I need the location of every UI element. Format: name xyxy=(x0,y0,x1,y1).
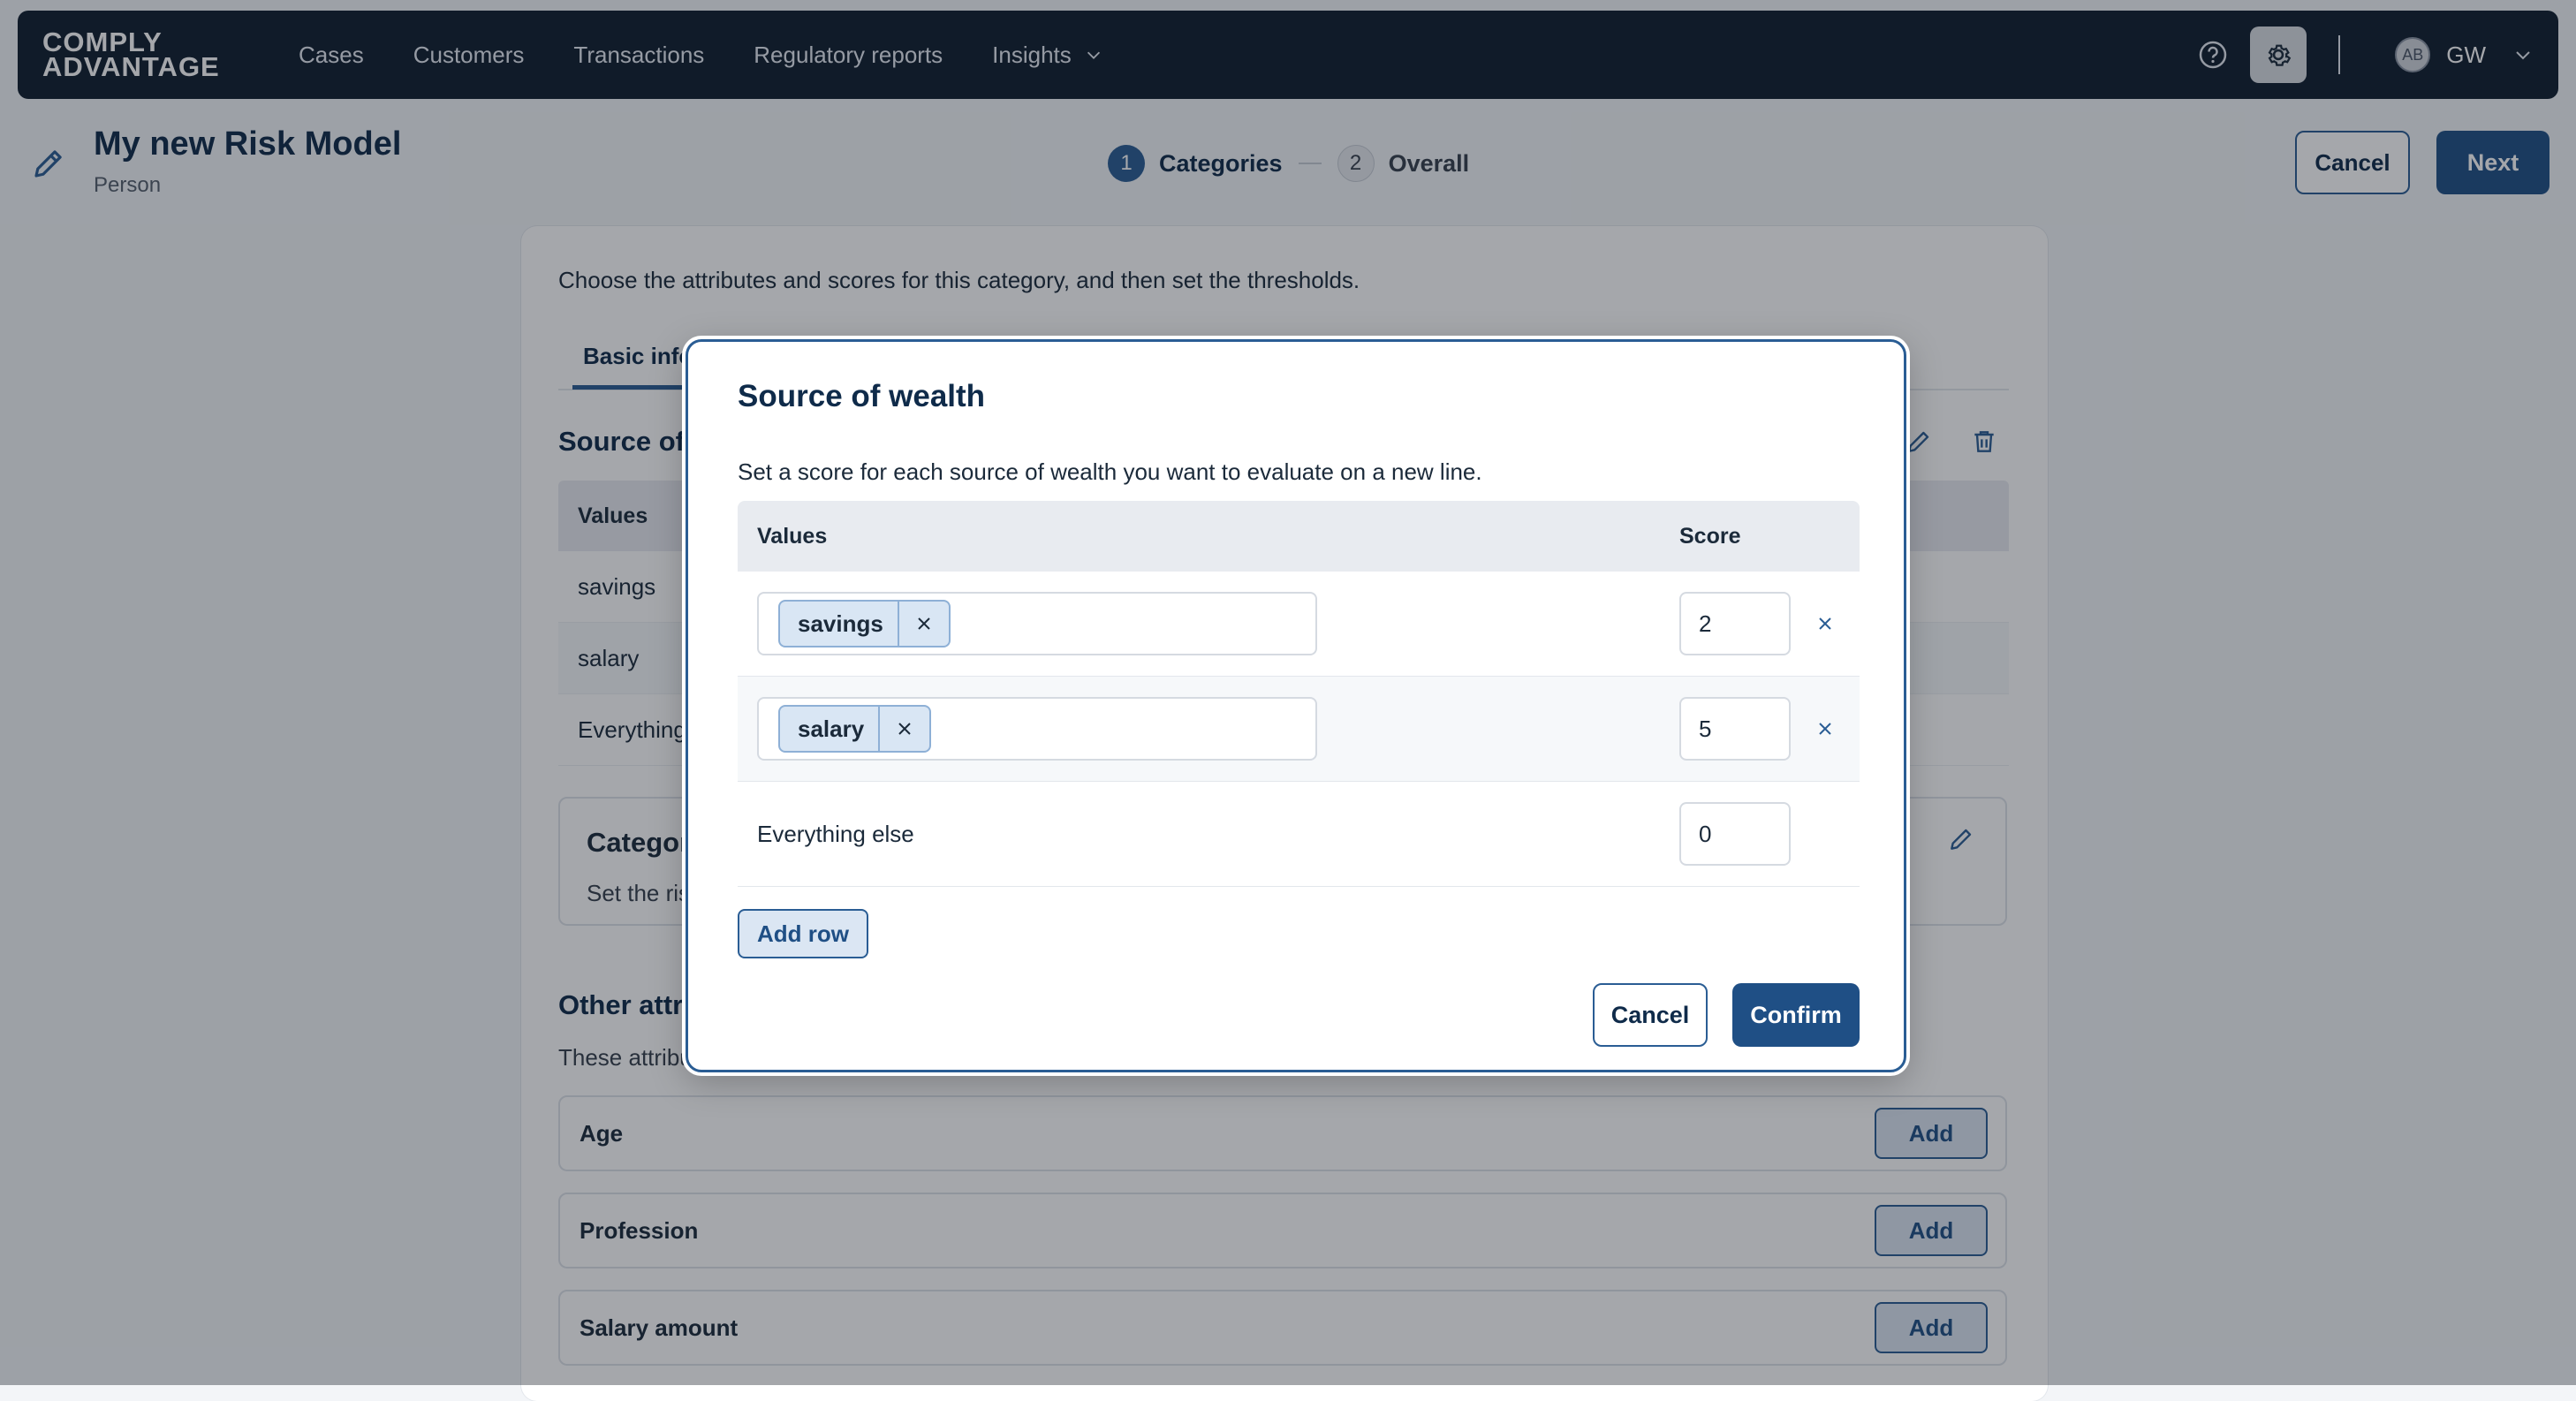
close-icon xyxy=(898,723,911,735)
modal-confirm-button[interactable]: Confirm xyxy=(1732,983,1860,1047)
close-icon xyxy=(1819,723,1831,735)
score-table: Values Score savings salary xyxy=(738,501,1860,887)
score-input[interactable] xyxy=(1679,802,1791,866)
remove-row-button[interactable] xyxy=(1812,716,1838,742)
score-input[interactable] xyxy=(1679,697,1791,761)
column-values: Values xyxy=(757,523,828,549)
close-icon xyxy=(1819,617,1831,630)
chip-label: savings xyxy=(798,610,883,637)
modal-title: Source of wealth xyxy=(738,379,986,413)
table-row: savings xyxy=(738,572,1860,677)
chip-remove-button[interactable] xyxy=(878,707,929,751)
everything-else-label: Everything else xyxy=(757,820,914,847)
modal-description: Set a score for each source of wealth yo… xyxy=(738,458,1482,485)
table-row-everything-else: Everything else xyxy=(738,782,1860,887)
remove-row-button[interactable] xyxy=(1812,610,1838,637)
close-icon xyxy=(918,617,930,630)
chip-label: salary xyxy=(798,715,865,742)
values-multiselect[interactable]: salary xyxy=(757,697,1317,761)
add-row-button[interactable]: Add row xyxy=(738,909,868,958)
value-chip: savings xyxy=(778,600,951,647)
column-score: Score xyxy=(1679,523,1741,549)
source-of-wealth-modal: Source of wealth Set a score for each so… xyxy=(686,339,1906,1072)
values-multiselect[interactable]: savings xyxy=(757,592,1317,655)
value-chip: salary xyxy=(778,705,932,753)
score-table-header: Values Score xyxy=(738,501,1860,572)
table-row: salary xyxy=(738,677,1860,782)
score-input[interactable] xyxy=(1679,592,1791,655)
chip-remove-button[interactable] xyxy=(897,602,949,646)
modal-cancel-button[interactable]: Cancel xyxy=(1593,983,1708,1047)
